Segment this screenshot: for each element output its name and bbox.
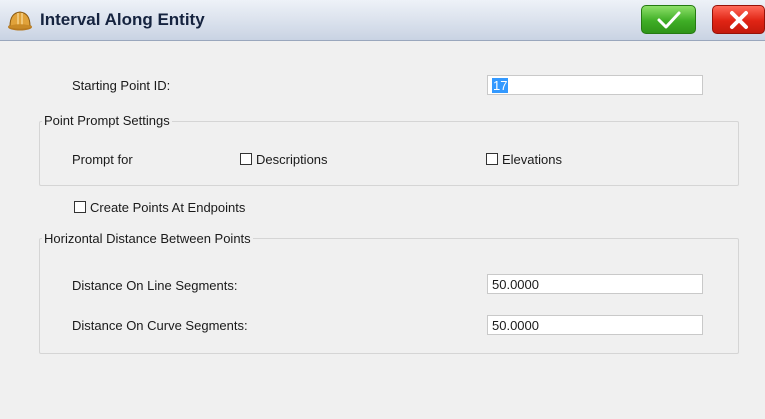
checkmark-icon [657, 11, 680, 28]
close-icon [729, 10, 748, 29]
starting-point-label: Starting Point ID: [72, 78, 171, 93]
create-endpoints-checkbox[interactable] [74, 201, 86, 213]
ok-button[interactable] [641, 5, 696, 34]
starting-point-input[interactable]: 17 [487, 75, 703, 95]
descriptions-label[interactable]: Descriptions [256, 152, 328, 167]
elevations-checkbox[interactable] [486, 153, 498, 165]
cancel-button[interactable] [712, 5, 765, 34]
horizontal-distance-group [39, 238, 739, 354]
point-prompt-group-title: Point Prompt Settings [42, 113, 172, 128]
line-segments-label: Distance On Line Segments: [72, 278, 238, 293]
create-endpoints-label[interactable]: Create Points At Endpoints [90, 200, 245, 215]
curve-segments-input[interactable]: 50.0000 [487, 315, 703, 335]
title-bar: Interval Along Entity [0, 0, 765, 41]
prompt-for-label: Prompt for [72, 152, 133, 167]
line-segments-input[interactable]: 50.0000 [487, 274, 703, 294]
hard-hat-icon [8, 11, 32, 31]
window-title: Interval Along Entity [40, 10, 205, 29]
point-prompt-group [39, 121, 739, 186]
horizontal-distance-group-title: Horizontal Distance Between Points [42, 231, 253, 246]
starting-point-value: 17 [492, 78, 509, 93]
curve-segments-label: Distance On Curve Segments: [72, 318, 248, 333]
descriptions-checkbox[interactable] [240, 153, 252, 165]
elevations-label[interactable]: Elevations [502, 152, 562, 167]
